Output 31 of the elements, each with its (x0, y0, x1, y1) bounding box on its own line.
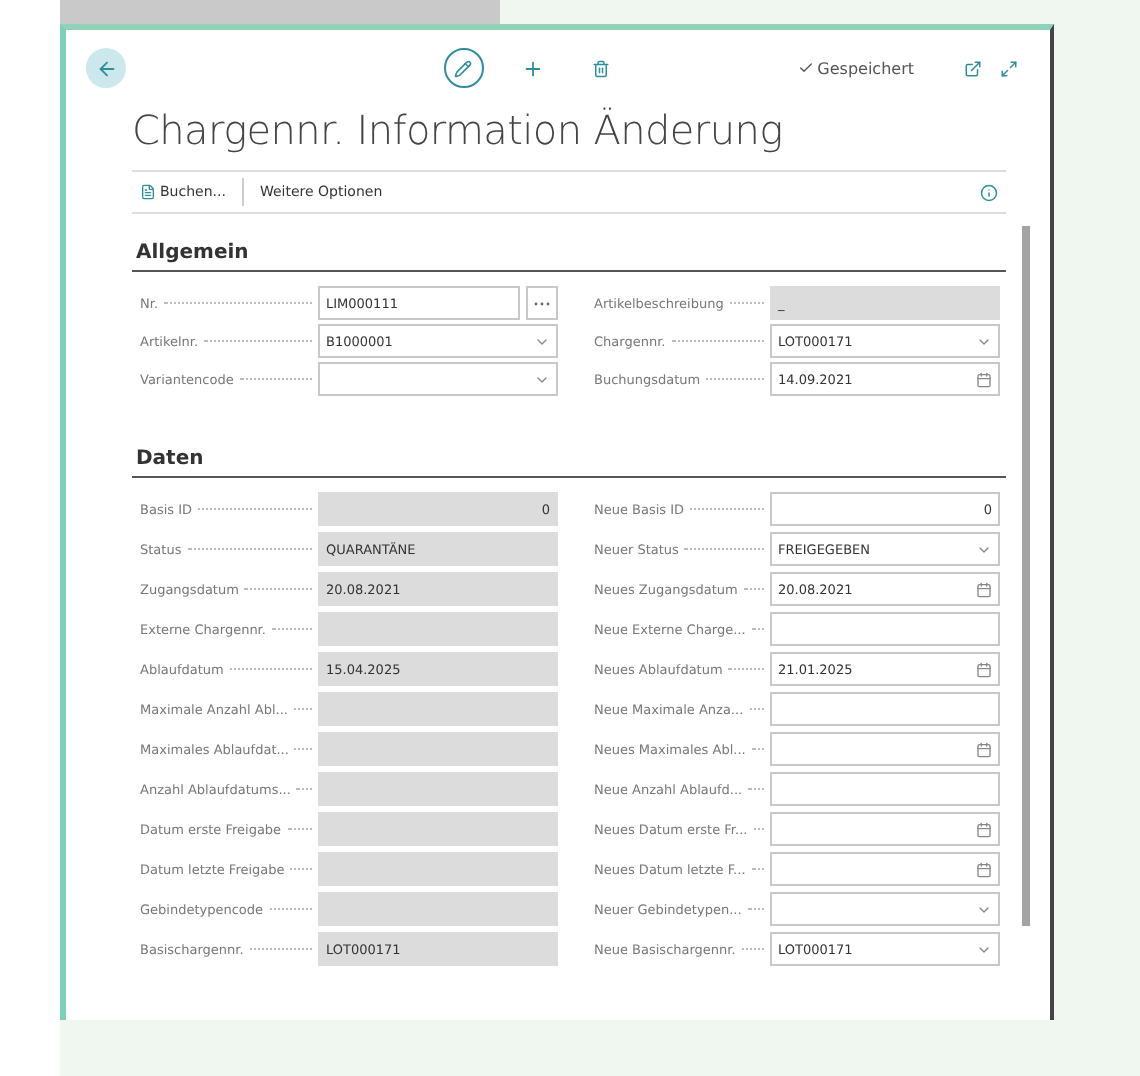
back-button[interactable] (86, 48, 126, 88)
scrollbar[interactable] (1022, 226, 1030, 926)
open-window-icon (963, 59, 981, 77)
calendar-icon (976, 661, 992, 677)
saved-status: Gespeichert (797, 59, 914, 77)
input-field[interactable] (770, 852, 1000, 886)
input-field[interactable] (770, 692, 1000, 726)
input-field[interactable] (318, 362, 558, 396)
expand-icon (999, 59, 1017, 77)
pencil-icon (454, 59, 473, 77)
info-icon[interactable] (980, 183, 998, 201)
check-icon (797, 60, 814, 76)
section-heading: Allgemein (132, 214, 1006, 272)
plus-icon (522, 57, 545, 79)
calendar-icon (976, 821, 992, 837)
section-heading: Daten (132, 420, 1006, 478)
calendar-icon (976, 741, 992, 757)
input-field[interactable] (770, 732, 1000, 766)
input-field[interactable] (770, 892, 1000, 926)
edit-button[interactable] (443, 48, 484, 88)
input-field[interactable] (770, 612, 1000, 646)
page-title: Chargennr. Information Änderung (132, 106, 785, 154)
calendar-icon (976, 371, 992, 387)
calendar-icon (976, 581, 992, 597)
arrow-left-icon (95, 57, 117, 79)
trash-icon (592, 59, 611, 77)
input-field[interactable] (770, 812, 1000, 846)
calendar-icon (976, 861, 992, 877)
document-icon (140, 184, 156, 200)
input-field[interactable] (770, 772, 1000, 806)
lookup-button[interactable] (526, 286, 558, 320)
